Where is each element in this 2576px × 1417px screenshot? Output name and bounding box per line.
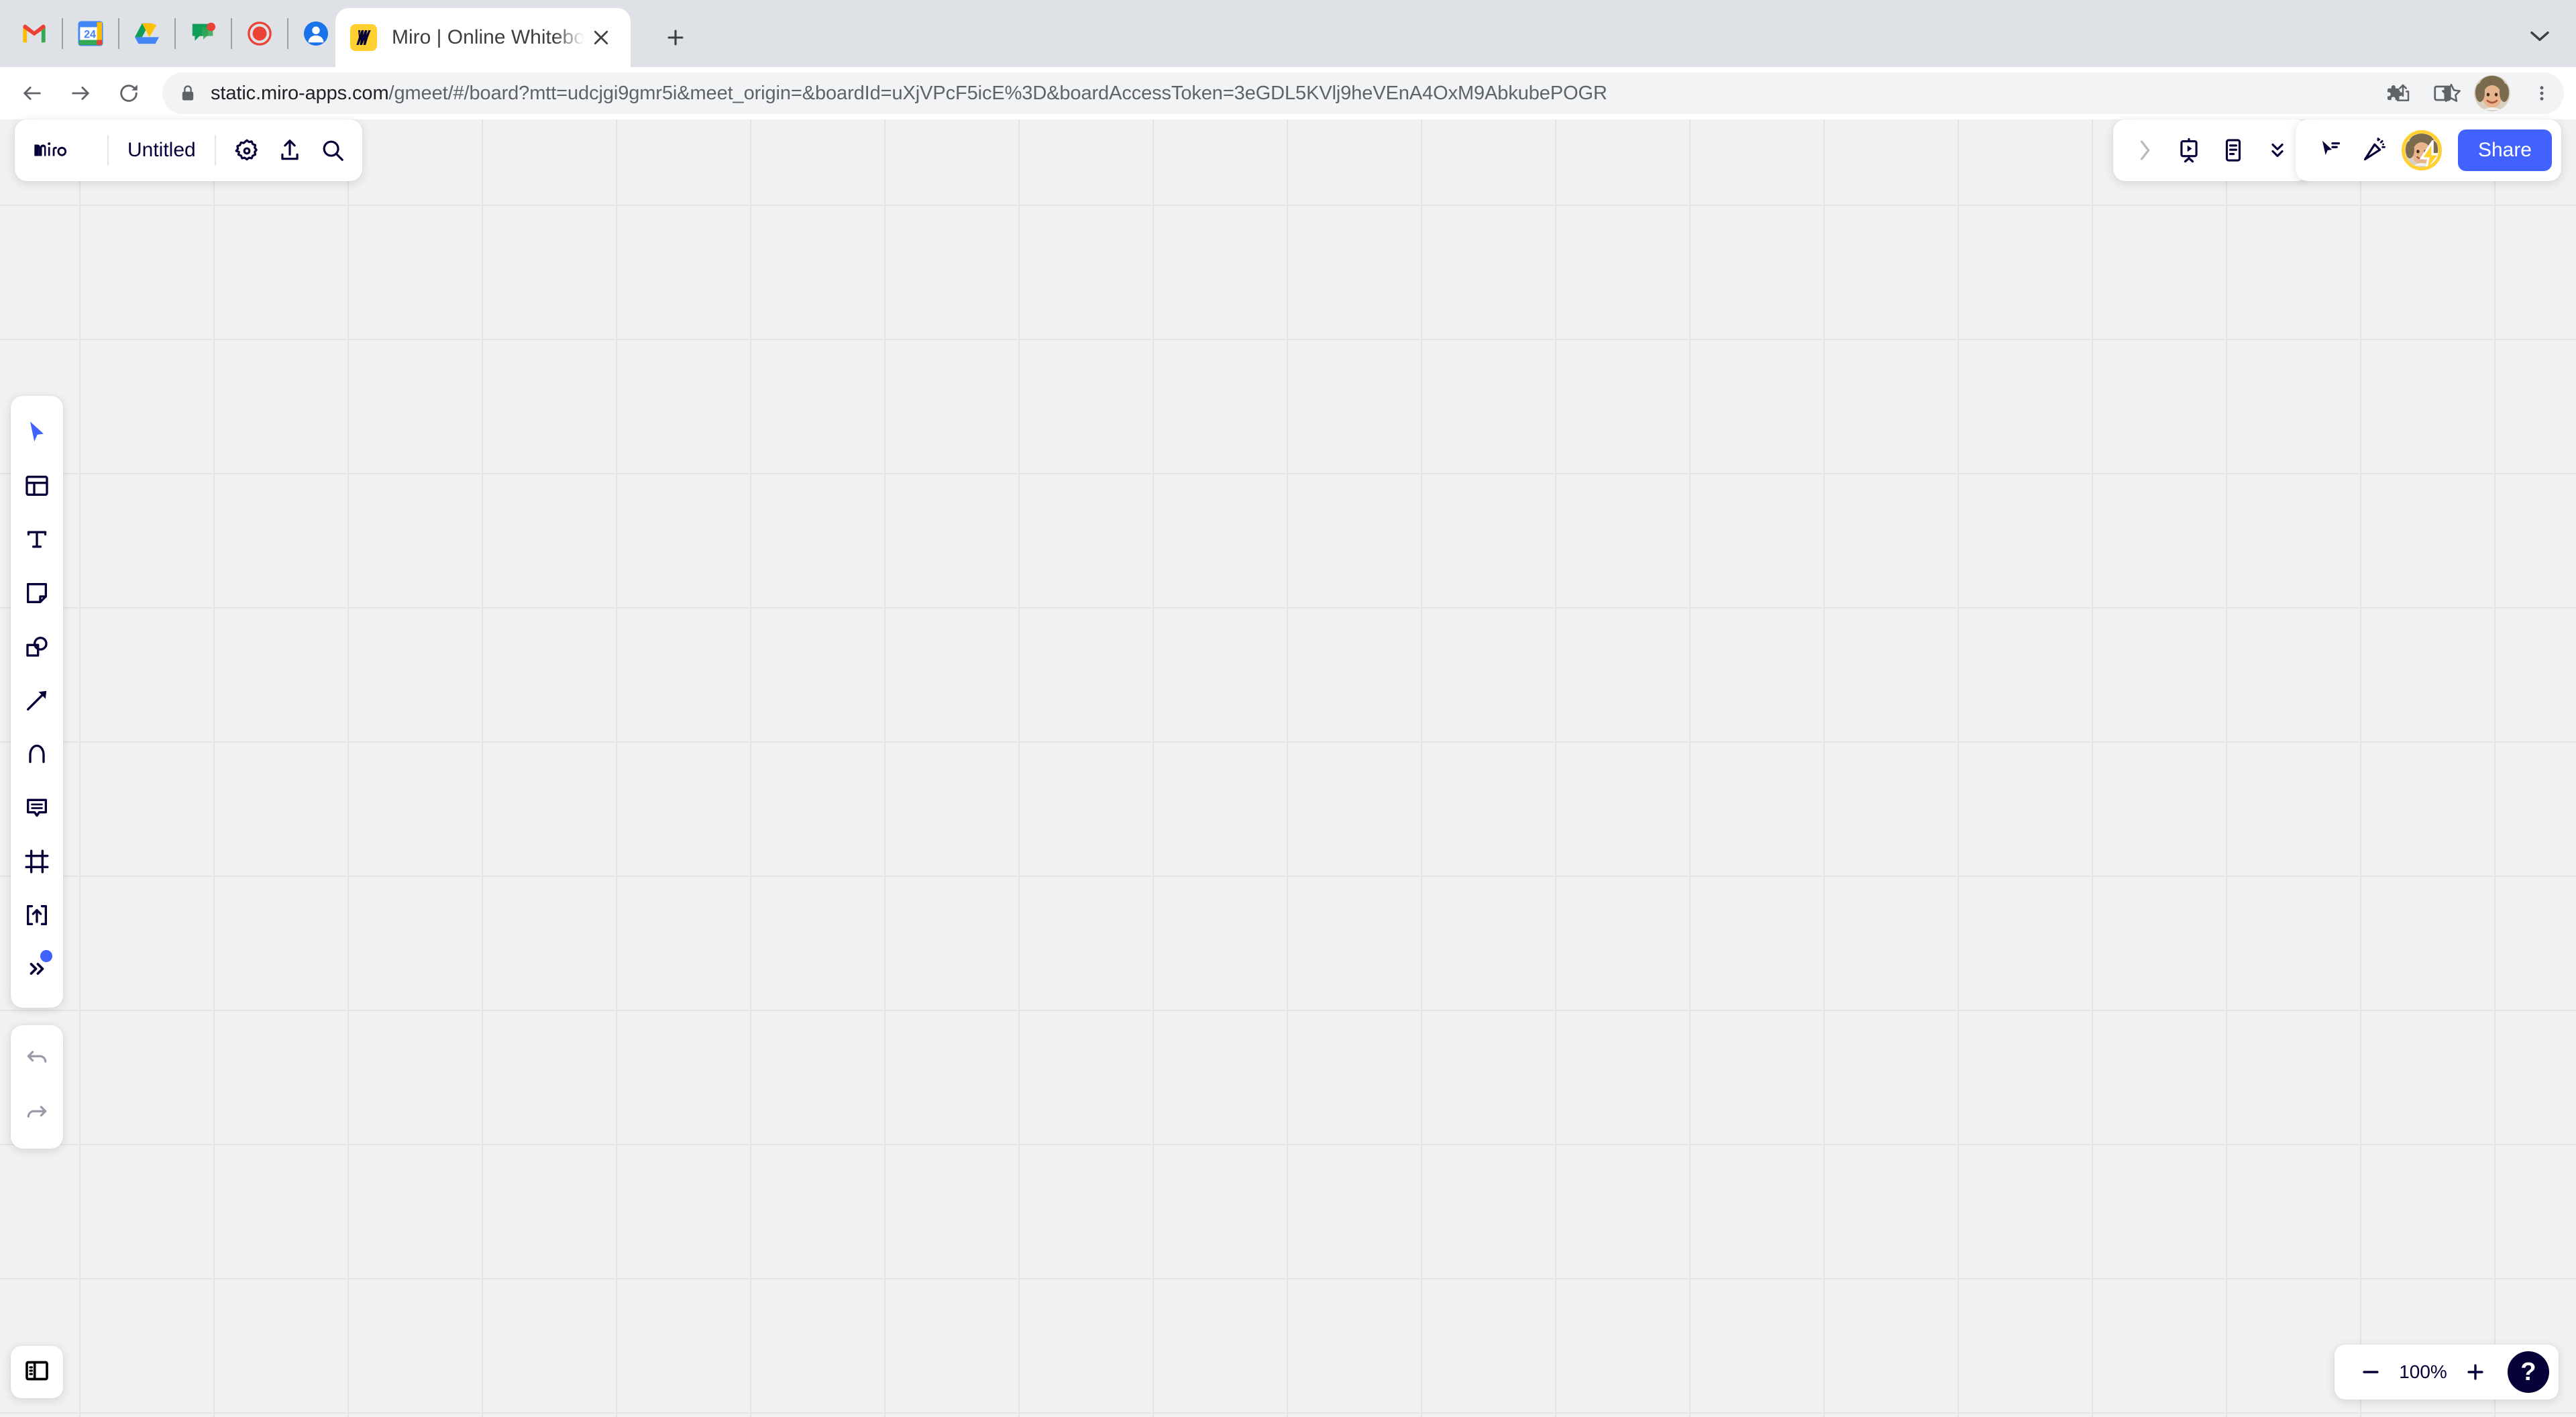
avatar[interactable] [2401, 130, 2442, 170]
browser-quick-launch-icons: 24 [0, 0, 335, 67]
miro-logo[interactable] [32, 137, 107, 164]
help-button[interactable]: ? [2508, 1351, 2549, 1393]
shapes-tool[interactable] [11, 620, 63, 674]
divider [118, 18, 119, 49]
undo-icon[interactable] [11, 1032, 63, 1087]
divider [174, 18, 176, 49]
bolt-icon [2419, 140, 2438, 167]
google-chat-icon[interactable] [184, 14, 223, 53]
chevron-down-icon[interactable] [2520, 21, 2560, 51]
divider [287, 18, 288, 49]
chrome-toolbar-right [2368, 69, 2576, 117]
connector-tool[interactable] [11, 674, 63, 727]
lock-icon [180, 84, 203, 103]
google-drive-icon[interactable] [127, 14, 166, 53]
gmail-icon[interactable] [15, 14, 54, 53]
templates-tool[interactable] [11, 459, 63, 513]
search-icon[interactable] [311, 129, 354, 172]
divider [62, 18, 63, 49]
celebrate-icon[interactable] [2352, 128, 2396, 172]
toggle-panel-button[interactable] [11, 1346, 63, 1398]
browser-tab-title: Miro | Online Whiteboard for Vis [392, 26, 586, 48]
browser-address-bar-row: static.miro-apps.com/gmeet/#/board?mtt=u… [0, 67, 2576, 119]
undo-redo-panel [11, 1025, 63, 1149]
forward-arrow-icon[interactable] [56, 69, 105, 117]
double-chevron-down-icon[interactable] [2255, 128, 2300, 172]
board-header-panel: Untitled [15, 119, 362, 181]
google-calendar-icon[interactable]: 24 [71, 14, 110, 53]
url-path: /gmeet/#/board?mtt=udcjgi9gmr5i&meet_ori… [388, 82, 1607, 104]
share-button[interactable]: Share [2457, 129, 2552, 171]
upload-tool[interactable] [11, 888, 63, 942]
url-text: static.miro-apps.com/gmeet/#/board?mtt=u… [211, 83, 1607, 105]
presentation-icon[interactable] [2167, 128, 2211, 172]
reload-icon[interactable] [105, 69, 153, 117]
left-toolbar-panel [11, 396, 63, 1008]
settings-gear-icon[interactable] [225, 129, 268, 172]
contacts-icon[interactable] [297, 14, 335, 53]
notification-badge [40, 950, 52, 962]
back-arrow-icon[interactable] [8, 69, 56, 117]
notes-icon[interactable] [2211, 128, 2255, 172]
comment-tool[interactable] [11, 781, 63, 835]
pen-tool[interactable] [11, 727, 63, 781]
collaboration-panel: Share [2295, 119, 2561, 181]
new-tab-button[interactable] [654, 16, 697, 59]
browser-tab-strip: 24 Miro | Online Whitebo [0, 0, 2576, 67]
whiteboard-canvas[interactable] [0, 119, 2576, 1417]
extensions-puzzle-icon[interactable] [2368, 69, 2418, 117]
zoom-controls-panel: 100% ? [2334, 1345, 2559, 1400]
side-panel-icon[interactable] [2418, 69, 2467, 117]
browser-tab-active[interactable]: Miro | Online Whiteboard for Vis [335, 8, 631, 67]
frame-tool[interactable] [11, 835, 63, 888]
board-title[interactable]: Untitled [109, 139, 215, 162]
record-icon[interactable] [240, 14, 279, 53]
more-tools[interactable] [11, 942, 63, 996]
zoom-level-value[interactable]: 100% [2392, 1361, 2454, 1383]
upload-icon[interactable] [268, 129, 311, 172]
profile-avatar[interactable] [2467, 69, 2517, 117]
sticky-note-tool[interactable] [11, 566, 63, 620]
select-tool[interactable] [11, 405, 63, 459]
divider [231, 18, 232, 49]
zoom-out-button[interactable] [2349, 1351, 2392, 1394]
url-domain: static.miro-apps.com [211, 82, 389, 104]
text-tool[interactable] [11, 513, 63, 566]
zoom-in-button[interactable] [2454, 1351, 2497, 1394]
chrome-menu-icon[interactable] [2517, 69, 2567, 117]
url-input[interactable]: static.miro-apps.com/gmeet/#/board?mtt=u… [162, 72, 2564, 114]
close-icon[interactable] [586, 23, 616, 52]
svg-text:24: 24 [84, 29, 96, 41]
board-tools-panel [2113, 119, 2309, 181]
miro-favicon [350, 24, 377, 51]
redo-icon[interactable] [11, 1087, 63, 1142]
expand-chevron-icon[interactable] [2123, 128, 2167, 172]
toggle-panel-icon [23, 1357, 50, 1387]
divider [214, 135, 216, 166]
cursor-select-icon[interactable] [2308, 128, 2352, 172]
